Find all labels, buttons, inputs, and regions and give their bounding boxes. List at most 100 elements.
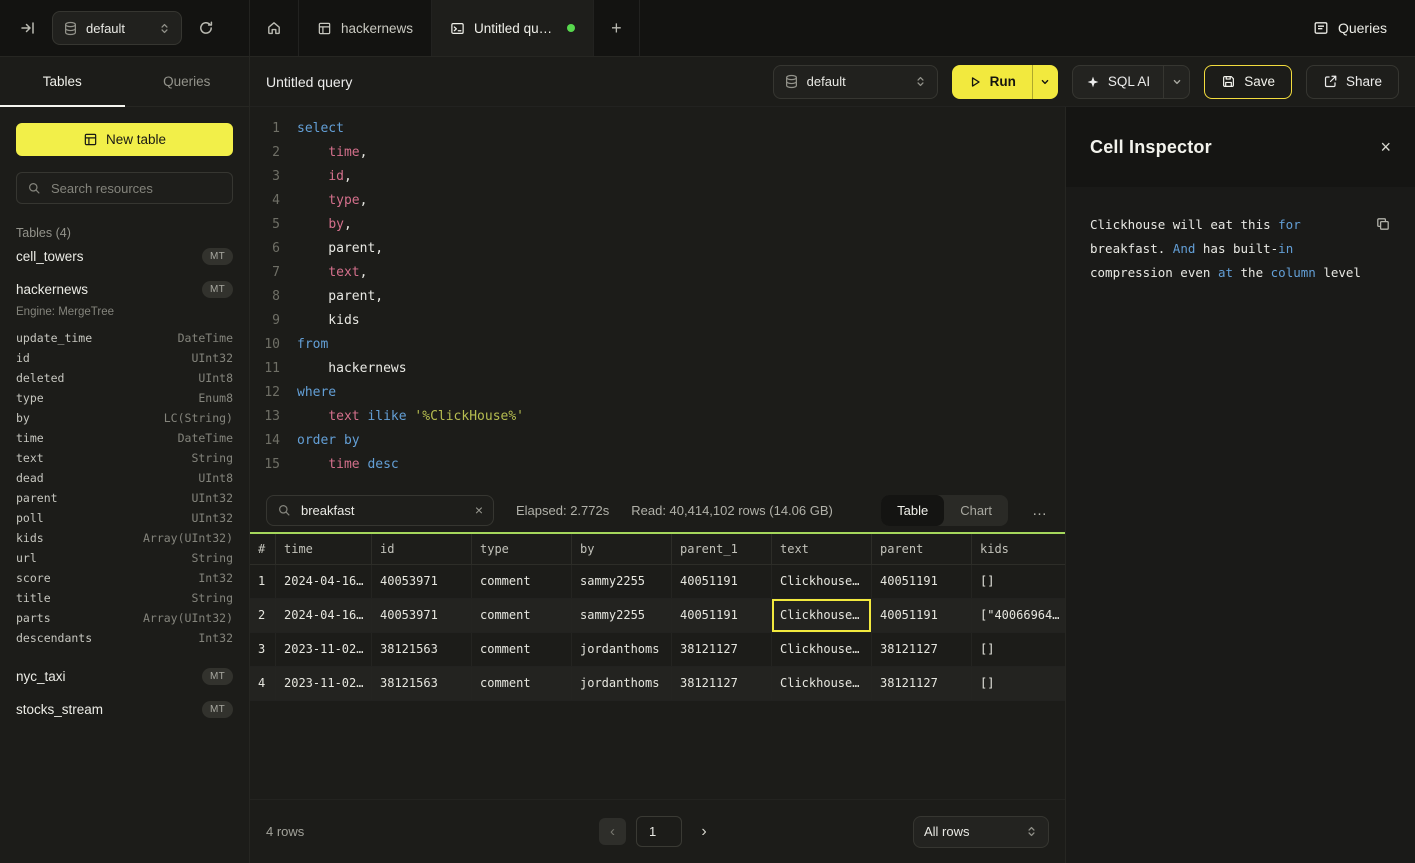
column-header-time[interactable]: time (276, 534, 372, 564)
clear-search-button[interactable]: × (475, 503, 483, 517)
editor-line[interactable]: 13 text ilike '%ClickHouse%' (250, 405, 1065, 429)
column-row-text[interactable]: textString (16, 448, 233, 468)
close-inspector-button[interactable]: × (1380, 138, 1391, 156)
sidebar-table-stocks-stream[interactable]: stocks_stream MT (16, 693, 233, 726)
sidebar-collapse-button[interactable] (14, 14, 42, 42)
column-header-parent_1[interactable]: parent_1 (672, 534, 772, 564)
table-cell[interactable]: 2024-04-16… (276, 599, 372, 632)
sql-ai-options-button[interactable] (1163, 66, 1189, 98)
table-cell[interactable]: Clickhouse… (772, 633, 872, 666)
column-row-title[interactable]: titleString (16, 588, 233, 608)
table-cell[interactable]: ["40066964… (972, 599, 1065, 632)
table-cell[interactable]: 2023-11-02… (276, 667, 372, 700)
editor-line[interactable]: 7 text, (250, 261, 1065, 285)
table-cell[interactable]: 38121127 (872, 633, 972, 666)
column-header-kids[interactable]: kids (972, 534, 1065, 564)
column-row-parts[interactable]: partsArray(UInt32) (16, 608, 233, 628)
sidebar-tab-tables[interactable]: Tables (0, 57, 125, 106)
column-header-parent[interactable]: parent (872, 534, 972, 564)
column-row-dead[interactable]: deadUInt8 (16, 468, 233, 488)
page-size-selector[interactable]: All rows (913, 816, 1049, 848)
tab-hackernews[interactable]: hackernews (299, 0, 432, 56)
column-header-id[interactable]: id (372, 534, 472, 564)
column-row-parent[interactable]: parentUInt32 (16, 488, 233, 508)
editor-line[interactable]: 4 type, (250, 189, 1065, 213)
sidebar-search-input[interactable] (49, 180, 222, 197)
editor-line[interactable]: 10from (250, 333, 1065, 357)
save-button[interactable]: Save (1204, 65, 1292, 99)
table-cell[interactable]: 40051191 (672, 599, 772, 632)
sidebar-tab-queries[interactable]: Queries (125, 57, 250, 106)
sql-ai-button[interactable]: SQL AI (1073, 66, 1163, 98)
column-row-by[interactable]: byLC(String) (16, 408, 233, 428)
tab-untitled-query[interactable]: Untitled qu… (432, 0, 594, 56)
query-database-selector[interactable]: default (773, 65, 938, 99)
sidebar-table-hackernews[interactable]: hackernews MT (16, 273, 233, 306)
editor-line[interactable]: 5 by, (250, 213, 1065, 237)
table-cell[interactable]: 2 (250, 599, 276, 632)
column-row-update_time[interactable]: update_timeDateTime (16, 328, 233, 348)
editor-line[interactable]: 11 hackernews (250, 357, 1065, 381)
copy-button[interactable] (1375, 216, 1391, 232)
table-cell[interactable]: 2024-04-16… (276, 565, 372, 598)
editor-line[interactable]: 1select (250, 117, 1065, 141)
table-cell[interactable]: 3 (250, 633, 276, 666)
table-cell[interactable]: comment (472, 565, 572, 598)
column-header-text[interactable]: text (772, 534, 872, 564)
column-header-#[interactable]: # (250, 534, 276, 564)
column-row-score[interactable]: scoreInt32 (16, 568, 233, 588)
table-cell[interactable]: 38121563 (372, 633, 472, 666)
editor-line[interactable]: 3 id, (250, 165, 1065, 189)
table-cell[interactable]: Clickhouse… (772, 599, 872, 632)
run-options-button[interactable] (1032, 65, 1058, 99)
refresh-button[interactable] (192, 14, 220, 42)
next-page-button[interactable]: › (692, 822, 716, 842)
table-cell[interactable]: Clickhouse… (772, 667, 872, 700)
page-input[interactable] (636, 816, 682, 847)
table-cell[interactable]: comment (472, 667, 572, 700)
table-cell[interactable]: [] (972, 633, 1065, 666)
table-cell[interactable]: sammy2255 (572, 565, 672, 598)
table-cell[interactable]: 40051191 (672, 565, 772, 598)
column-row-id[interactable]: idUInt32 (16, 348, 233, 368)
column-row-poll[interactable]: pollUInt32 (16, 508, 233, 528)
column-row-kids[interactable]: kidsArray(UInt32) (16, 528, 233, 548)
table-cell[interactable]: jordanthoms (572, 633, 672, 666)
sidebar-table-nyc-taxi[interactable]: nyc_taxi MT (16, 660, 233, 693)
new-tab-button[interactable]: + (594, 0, 640, 56)
more-options-button[interactable]: … (1030, 502, 1049, 519)
table-cell[interactable]: [] (972, 565, 1065, 598)
table-cell[interactable]: jordanthoms (572, 667, 672, 700)
prev-page-button[interactable]: ‹ (599, 818, 626, 845)
tab-home[interactable] (250, 0, 299, 56)
results-search-input[interactable] (299, 502, 467, 519)
table-cell[interactable]: 2023-11-02… (276, 633, 372, 666)
table-cell[interactable]: comment (472, 633, 572, 666)
column-row-deleted[interactable]: deletedUInt8 (16, 368, 233, 388)
table-cell[interactable]: 40051191 (872, 565, 972, 598)
table-cell[interactable]: 40051191 (872, 599, 972, 632)
editor-line[interactable]: 9 kids (250, 309, 1065, 333)
topbar-database-selector[interactable]: default (52, 11, 182, 45)
column-header-type[interactable]: type (472, 534, 572, 564)
table-cell[interactable]: Clickhouse… (772, 565, 872, 598)
sidebar-table-cell-towers[interactable]: cell_towers MT (16, 240, 233, 273)
view-table-button[interactable]: Table (881, 495, 944, 526)
table-cell[interactable]: 38121127 (872, 667, 972, 700)
table-cell[interactable]: 4 (250, 667, 276, 700)
table-cell[interactable]: 40053971 (372, 599, 472, 632)
new-table-button[interactable]: New table (16, 123, 233, 156)
share-button[interactable]: Share (1306, 65, 1399, 99)
sql-editor[interactable]: 1select2 time,3 id,4 type,5 by,6 parent,… (250, 107, 1065, 488)
column-row-type[interactable]: typeEnum8 (16, 388, 233, 408)
editor-line[interactable]: 12where (250, 381, 1065, 405)
table-cell[interactable]: sammy2255 (572, 599, 672, 632)
editor-line[interactable]: 15 time desc (250, 453, 1065, 477)
table-cell[interactable]: [] (972, 667, 1065, 700)
column-header-by[interactable]: by (572, 534, 672, 564)
table-cell[interactable]: 40053971 (372, 565, 472, 598)
table-cell[interactable]: 1 (250, 565, 276, 598)
editor-line[interactable]: 6 parent, (250, 237, 1065, 261)
table-cell[interactable]: comment (472, 599, 572, 632)
column-row-descendants[interactable]: descendantsInt32 (16, 628, 233, 648)
